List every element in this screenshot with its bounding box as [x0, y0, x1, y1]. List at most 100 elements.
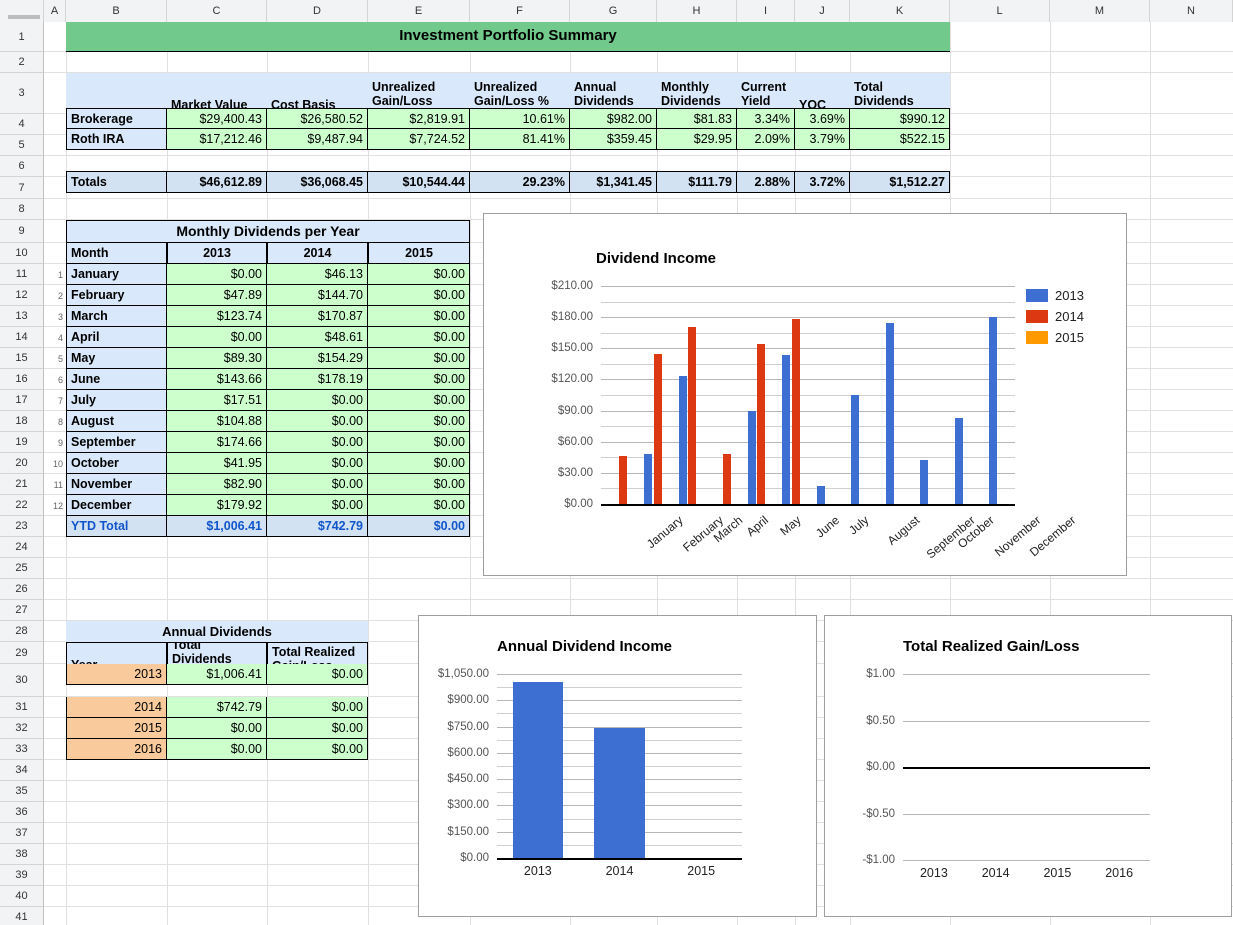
row-header-26[interactable]: 26 [0, 579, 44, 600]
row-header-23[interactable]: 23 [0, 516, 44, 537]
chart-y-tick-label: $30.00 [503, 467, 593, 479]
row-header-34[interactable]: 34 [0, 760, 44, 781]
chart-bar-2014-january [619, 456, 627, 504]
row-header-35[interactable]: 35 [0, 781, 44, 802]
row-header-27[interactable]: 27 [0, 600, 44, 621]
chart-bar-2014-march [688, 327, 696, 504]
column-header-h[interactable]: H [657, 0, 737, 22]
row-header-32[interactable]: 32 [0, 718, 44, 739]
chart-minor-gridline [601, 333, 1015, 334]
row-header-19[interactable]: 19 [0, 432, 44, 453]
spreadsheet-canvas[interactable]: ABCDEFGHIJKLMN12345678910111213141516171… [0, 0, 1233, 925]
chart-x-tick-label: May [778, 513, 804, 538]
chart-bar-2013 [513, 682, 564, 858]
column-header-b[interactable]: B [66, 0, 167, 22]
chart-gridline [497, 674, 742, 675]
chart-total-realized-gain-loss[interactable]: Total Realized Gain/Loss -$1.00-$0.50$0.… [824, 615, 1232, 917]
chart-y-tick-label: $60.00 [503, 436, 593, 448]
legend-item-2014[interactable]: 2014 [1026, 309, 1084, 324]
row-header-12[interactable]: 12 [0, 285, 44, 306]
chart-y-tick-label: $120.00 [503, 373, 593, 385]
row-header-22[interactable]: 22 [0, 495, 44, 516]
chart-y-tick-label: $0.50 [805, 715, 895, 727]
column-header-j[interactable]: J [795, 0, 850, 22]
chart-y-tick-label: $300.00 [399, 799, 489, 811]
row-header-1[interactable]: 1 [0, 22, 44, 52]
chart-dividend-income-title: Dividend Income [596, 250, 716, 267]
column-header-e[interactable]: E [368, 0, 470, 22]
row-header-37[interactable]: 37 [0, 823, 44, 844]
row-header-30[interactable]: 30 [0, 664, 44, 697]
row-header-6[interactable]: 6 [0, 156, 44, 177]
row-header-11[interactable]: 11 [0, 264, 44, 285]
column-header-k[interactable]: K [850, 0, 950, 22]
column-header-a[interactable]: A [44, 0, 66, 22]
row-header-38[interactable]: 38 [0, 844, 44, 865]
row-header-18[interactable]: 18 [0, 411, 44, 432]
row-header-14[interactable]: 14 [0, 327, 44, 348]
chart-bar-2013-may [748, 411, 756, 504]
chart-x-tick-label: July [846, 513, 871, 537]
chart-dividend-income-plot: $0.00$30.00$60.00$90.00$120.00$150.00$18… [601, 286, 1015, 504]
row-header-39[interactable]: 39 [0, 865, 44, 886]
column-header-f[interactable]: F [470, 0, 570, 22]
chart-minor-gridline [601, 457, 1015, 458]
column-header-g[interactable]: G [570, 0, 657, 22]
chart-gridline [601, 379, 1015, 380]
row-header-17[interactable]: 17 [0, 390, 44, 411]
row-header-24[interactable]: 24 [0, 537, 44, 558]
chart-gridline [601, 317, 1015, 318]
chart-y-tick-label: $0.00 [503, 498, 593, 510]
row-header-7[interactable]: 7 [0, 177, 44, 199]
chart-bar-2013-july [817, 486, 825, 504]
chart-bar-2013-september [886, 323, 894, 504]
chart-bar-2014-june [792, 319, 800, 504]
chart-y-tick-label: $150.00 [399, 826, 489, 838]
column-header-d[interactable]: D [267, 0, 368, 22]
column-header-l[interactable]: L [950, 0, 1050, 22]
row-header-40[interactable]: 40 [0, 886, 44, 907]
legend-item-2013[interactable]: 2013 [1026, 288, 1084, 303]
row-header-8[interactable]: 8 [0, 199, 44, 220]
select-all-corner[interactable] [0, 0, 44, 22]
chart-bar-2014-may [757, 344, 765, 504]
chart-y-tick-label: $600.00 [399, 747, 489, 759]
row-header-4[interactable]: 4 [0, 114, 44, 135]
row-header-21[interactable]: 21 [0, 474, 44, 495]
column-header-c[interactable]: C [167, 0, 267, 22]
chart-bar-2013-march [679, 376, 687, 504]
chart-annual-dividend-income[interactable]: Annual Dividend Income $0.00$150.00$300.… [418, 615, 817, 917]
legend-item-2015[interactable]: 2015 [1026, 330, 1084, 345]
row-header-20[interactable]: 20 [0, 453, 44, 474]
row-header-5[interactable]: 5 [0, 135, 44, 156]
chart-x-tick-label: June [813, 513, 842, 540]
row-header-41[interactable]: 41 [0, 907, 44, 925]
row-header-2[interactable]: 2 [0, 52, 44, 73]
chart-axis-line [601, 504, 1015, 506]
row-header-36[interactable]: 36 [0, 802, 44, 823]
column-header-n[interactable]: N [1150, 0, 1233, 22]
row-header-28[interactable]: 28 [0, 621, 44, 642]
row-header-15[interactable]: 15 [0, 348, 44, 369]
row-header-13[interactable]: 13 [0, 306, 44, 327]
row-header-25[interactable]: 25 [0, 558, 44, 579]
chart-dividend-income[interactable]: Dividend Income $0.00$30.00$60.00$90.00$… [483, 213, 1127, 576]
row-header-33[interactable]: 33 [0, 739, 44, 760]
row-header-10[interactable]: 10 [0, 243, 44, 264]
row-header-9[interactable]: 9 [0, 220, 44, 243]
chart-bar-2013-december [989, 317, 997, 504]
chart-x-tick-label: 2013 [524, 864, 552, 878]
chart-gridline [601, 411, 1015, 412]
legend-label-2013: 2013 [1055, 288, 1084, 303]
legend-swatch-2013-icon [1026, 289, 1048, 302]
chart-bar-2014-april [723, 454, 731, 504]
column-header-m[interactable]: M [1050, 0, 1150, 22]
row-header-3[interactable]: 3 [0, 73, 44, 114]
chart-gridline [903, 860, 1150, 861]
chart-minor-gridline [601, 488, 1015, 489]
row-header-29[interactable]: 29 [0, 642, 44, 664]
row-header-31[interactable]: 31 [0, 697, 44, 718]
column-header-i[interactable]: I [737, 0, 795, 22]
row-header-16[interactable]: 16 [0, 369, 44, 390]
chart-bar-2013-june [782, 355, 790, 504]
